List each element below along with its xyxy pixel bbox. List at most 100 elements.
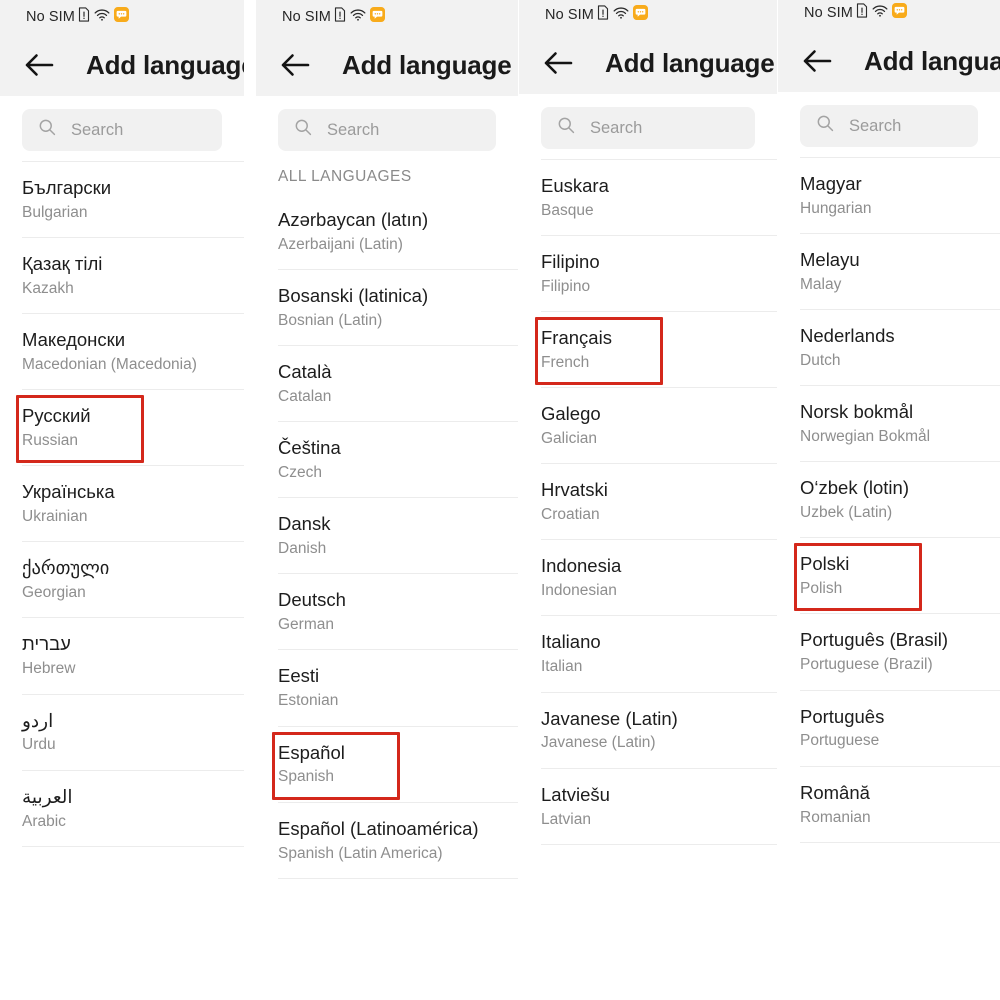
- back-arrow-icon[interactable]: [278, 48, 312, 82]
- language-list-item[interactable]: ქართულიGeorgian: [0, 542, 244, 617]
- back-arrow-icon[interactable]: [22, 48, 56, 82]
- language-list-item[interactable]: RomânăRomanian: [778, 767, 1000, 842]
- language-list-item[interactable]: Norsk bokmålNorwegian Bokmål: [778, 386, 1000, 461]
- language-english-name: Hungarian: [800, 199, 1000, 219]
- search-placeholder: Search: [327, 121, 379, 140]
- language-list-item[interactable]: Latviešu Latvian: [519, 769, 777, 844]
- language-list-item[interactable]: Bosanski (latinica)Bosnian (Latin): [256, 270, 518, 345]
- language-list-item[interactable]: EuskaraBasque: [519, 160, 777, 235]
- status-icons: [334, 7, 385, 27]
- language-native-name: Русский: [22, 405, 244, 428]
- language-native-name: Български: [22, 177, 244, 200]
- language-english-name: Bosnian (Latin): [278, 311, 518, 331]
- language-list-item[interactable]: MagyarHungarian: [778, 158, 1000, 233]
- language-english-name: Macedonian (Macedonia): [22, 355, 244, 375]
- back-arrow-icon[interactable]: [541, 46, 575, 80]
- language-list: БългарскиBulgarianҚазақ тіліKazakhМакедо…: [0, 161, 244, 847]
- language-list-item[interactable]: עבריתHebrew: [0, 618, 244, 693]
- language-list-item[interactable]: Italiano Italian: [519, 616, 777, 691]
- carrier-label: No SIM: [804, 5, 853, 21]
- language-list-item[interactable]: GalegoGalician: [519, 388, 777, 463]
- language-native-name: Galego: [541, 403, 777, 426]
- search-container: Search: [256, 96, 518, 151]
- language-english-name: Czech: [278, 463, 518, 483]
- language-list-item[interactable]: Azərbaycan (latın)Azerbaijani (Latin): [256, 194, 518, 269]
- language-list-item[interactable]: O‘zbek (lotin) Uzbek (Latin): [778, 462, 1000, 537]
- list-divider: [541, 844, 777, 845]
- language-list-item[interactable]: FilipinoFilipino: [519, 236, 777, 311]
- language-native-name: Nederlands: [800, 325, 1000, 348]
- language-english-name: Latvian: [541, 810, 777, 830]
- language-list-item[interactable]: Português (Brasil)Portuguese (Brazil): [778, 614, 1000, 689]
- language-list-item[interactable]: IndonesiaIndonesian: [519, 540, 777, 615]
- language-english-name: Dutch: [800, 351, 1000, 371]
- language-english-name: Danish: [278, 539, 518, 559]
- language-list-item[interactable]: FrançaisFrench: [519, 312, 777, 387]
- language-native-name: Português (Brasil): [800, 629, 1000, 652]
- language-native-name: Dansk: [278, 513, 518, 536]
- page-title: Add language: [605, 48, 775, 79]
- language-list-item[interactable]: Nederlands Dutch: [778, 310, 1000, 385]
- language-list-item[interactable]: DeutschGerman: [256, 574, 518, 649]
- language-list-item[interactable]: HrvatskiCroatian: [519, 464, 777, 539]
- language-english-name: Portuguese: [800, 731, 1000, 751]
- search-placeholder: Search: [71, 121, 123, 140]
- language-list-item[interactable]: УкраїнськаUkrainian: [0, 466, 244, 541]
- search-icon: [38, 118, 57, 142]
- language-native-name: Македонски: [22, 329, 244, 352]
- language-english-name: Azerbaijani (Latin): [278, 235, 518, 255]
- sim-alert-icon: [334, 7, 346, 27]
- language-list: MagyarHungarian Melayu Malay Nederlands Dutc…: [778, 157, 1000, 843]
- language-list-item[interactable]: CatalàCatalan: [256, 346, 518, 421]
- language-english-name: Russian: [22, 431, 244, 451]
- language-list-item[interactable]: Македонски Macedonian (Macedonia): [0, 314, 244, 389]
- language-list-item[interactable]: Melayu Malay: [778, 234, 1000, 309]
- search-input[interactable]: Search: [800, 105, 978, 147]
- section-header: ALL LANGUAGES: [256, 151, 518, 194]
- language-list-item[interactable]: Javanese (Latin)Javanese (Latin): [519, 693, 777, 768]
- language-native-name: Čeština: [278, 437, 518, 460]
- phone-screenshot-4: No SIMAdd languageSearchMagyarHungarianM…: [778, 0, 1000, 1000]
- language-native-name: Italiano: [541, 631, 777, 654]
- language-native-name: עברית: [22, 633, 244, 656]
- message-icon: [370, 7, 385, 27]
- language-list: EuskaraBasqueFilipinoFilipinoFrançaisFre…: [519, 159, 777, 845]
- language-list-item[interactable]: Čeština Czech: [256, 422, 518, 497]
- wifi-icon: [350, 8, 366, 27]
- language-list-item[interactable]: БългарскиBulgarian: [0, 162, 244, 237]
- language-english-name: Malay: [800, 275, 1000, 295]
- language-list-item[interactable]: Español (Latinoamérica)Spanish (Latin Am…: [256, 803, 518, 878]
- language-native-name: Filipino: [541, 251, 777, 274]
- language-list-item[interactable]: EspañolSpanish: [256, 727, 518, 802]
- back-arrow-icon[interactable]: [800, 44, 834, 78]
- language-list-item[interactable]: اردوUrdu: [0, 695, 244, 770]
- language-native-name: Polski: [800, 553, 1000, 576]
- language-native-name: O‘zbek (lotin): [800, 477, 1000, 500]
- language-list-item[interactable]: PortuguêsPortuguese: [778, 691, 1000, 766]
- phone-screenshot-2: No SIMAdd languageSearchALL LANGUAGESAzə…: [256, 0, 518, 1000]
- search-container: Search: [519, 94, 777, 149]
- language-list-item[interactable]: PolskiPolish: [778, 538, 1000, 613]
- language-list-item[interactable]: Dansk Danish: [256, 498, 518, 573]
- language-english-name: Uzbek (Latin): [800, 503, 1000, 523]
- language-list-item[interactable]: العربيةArabic: [0, 771, 244, 846]
- search-input[interactable]: Search: [22, 109, 222, 151]
- search-input[interactable]: Search: [278, 109, 496, 151]
- search-container: Search: [0, 96, 244, 151]
- language-native-name: Română: [800, 782, 1000, 805]
- language-english-name: Javanese (Latin): [541, 733, 777, 753]
- language-list-item[interactable]: Қазақ тіліKazakh: [0, 238, 244, 313]
- language-english-name: Italian: [541, 657, 777, 677]
- app-bar: Add language: [519, 32, 777, 94]
- app-bar: Add language: [256, 34, 518, 96]
- language-native-name: Norsk bokmål: [800, 401, 1000, 424]
- language-list-item[interactable]: Русский Russian: [0, 390, 244, 465]
- language-native-name: Melayu: [800, 249, 1000, 272]
- language-list-item[interactable]: EestiEstonian: [256, 650, 518, 725]
- language-native-name: Latviešu: [541, 784, 777, 807]
- list-top-spacer: [519, 149, 777, 159]
- search-input[interactable]: Search: [541, 107, 755, 149]
- language-english-name: Estonian: [278, 691, 518, 711]
- page-title: Add language: [86, 50, 244, 81]
- language-english-name: Indonesian: [541, 581, 777, 601]
